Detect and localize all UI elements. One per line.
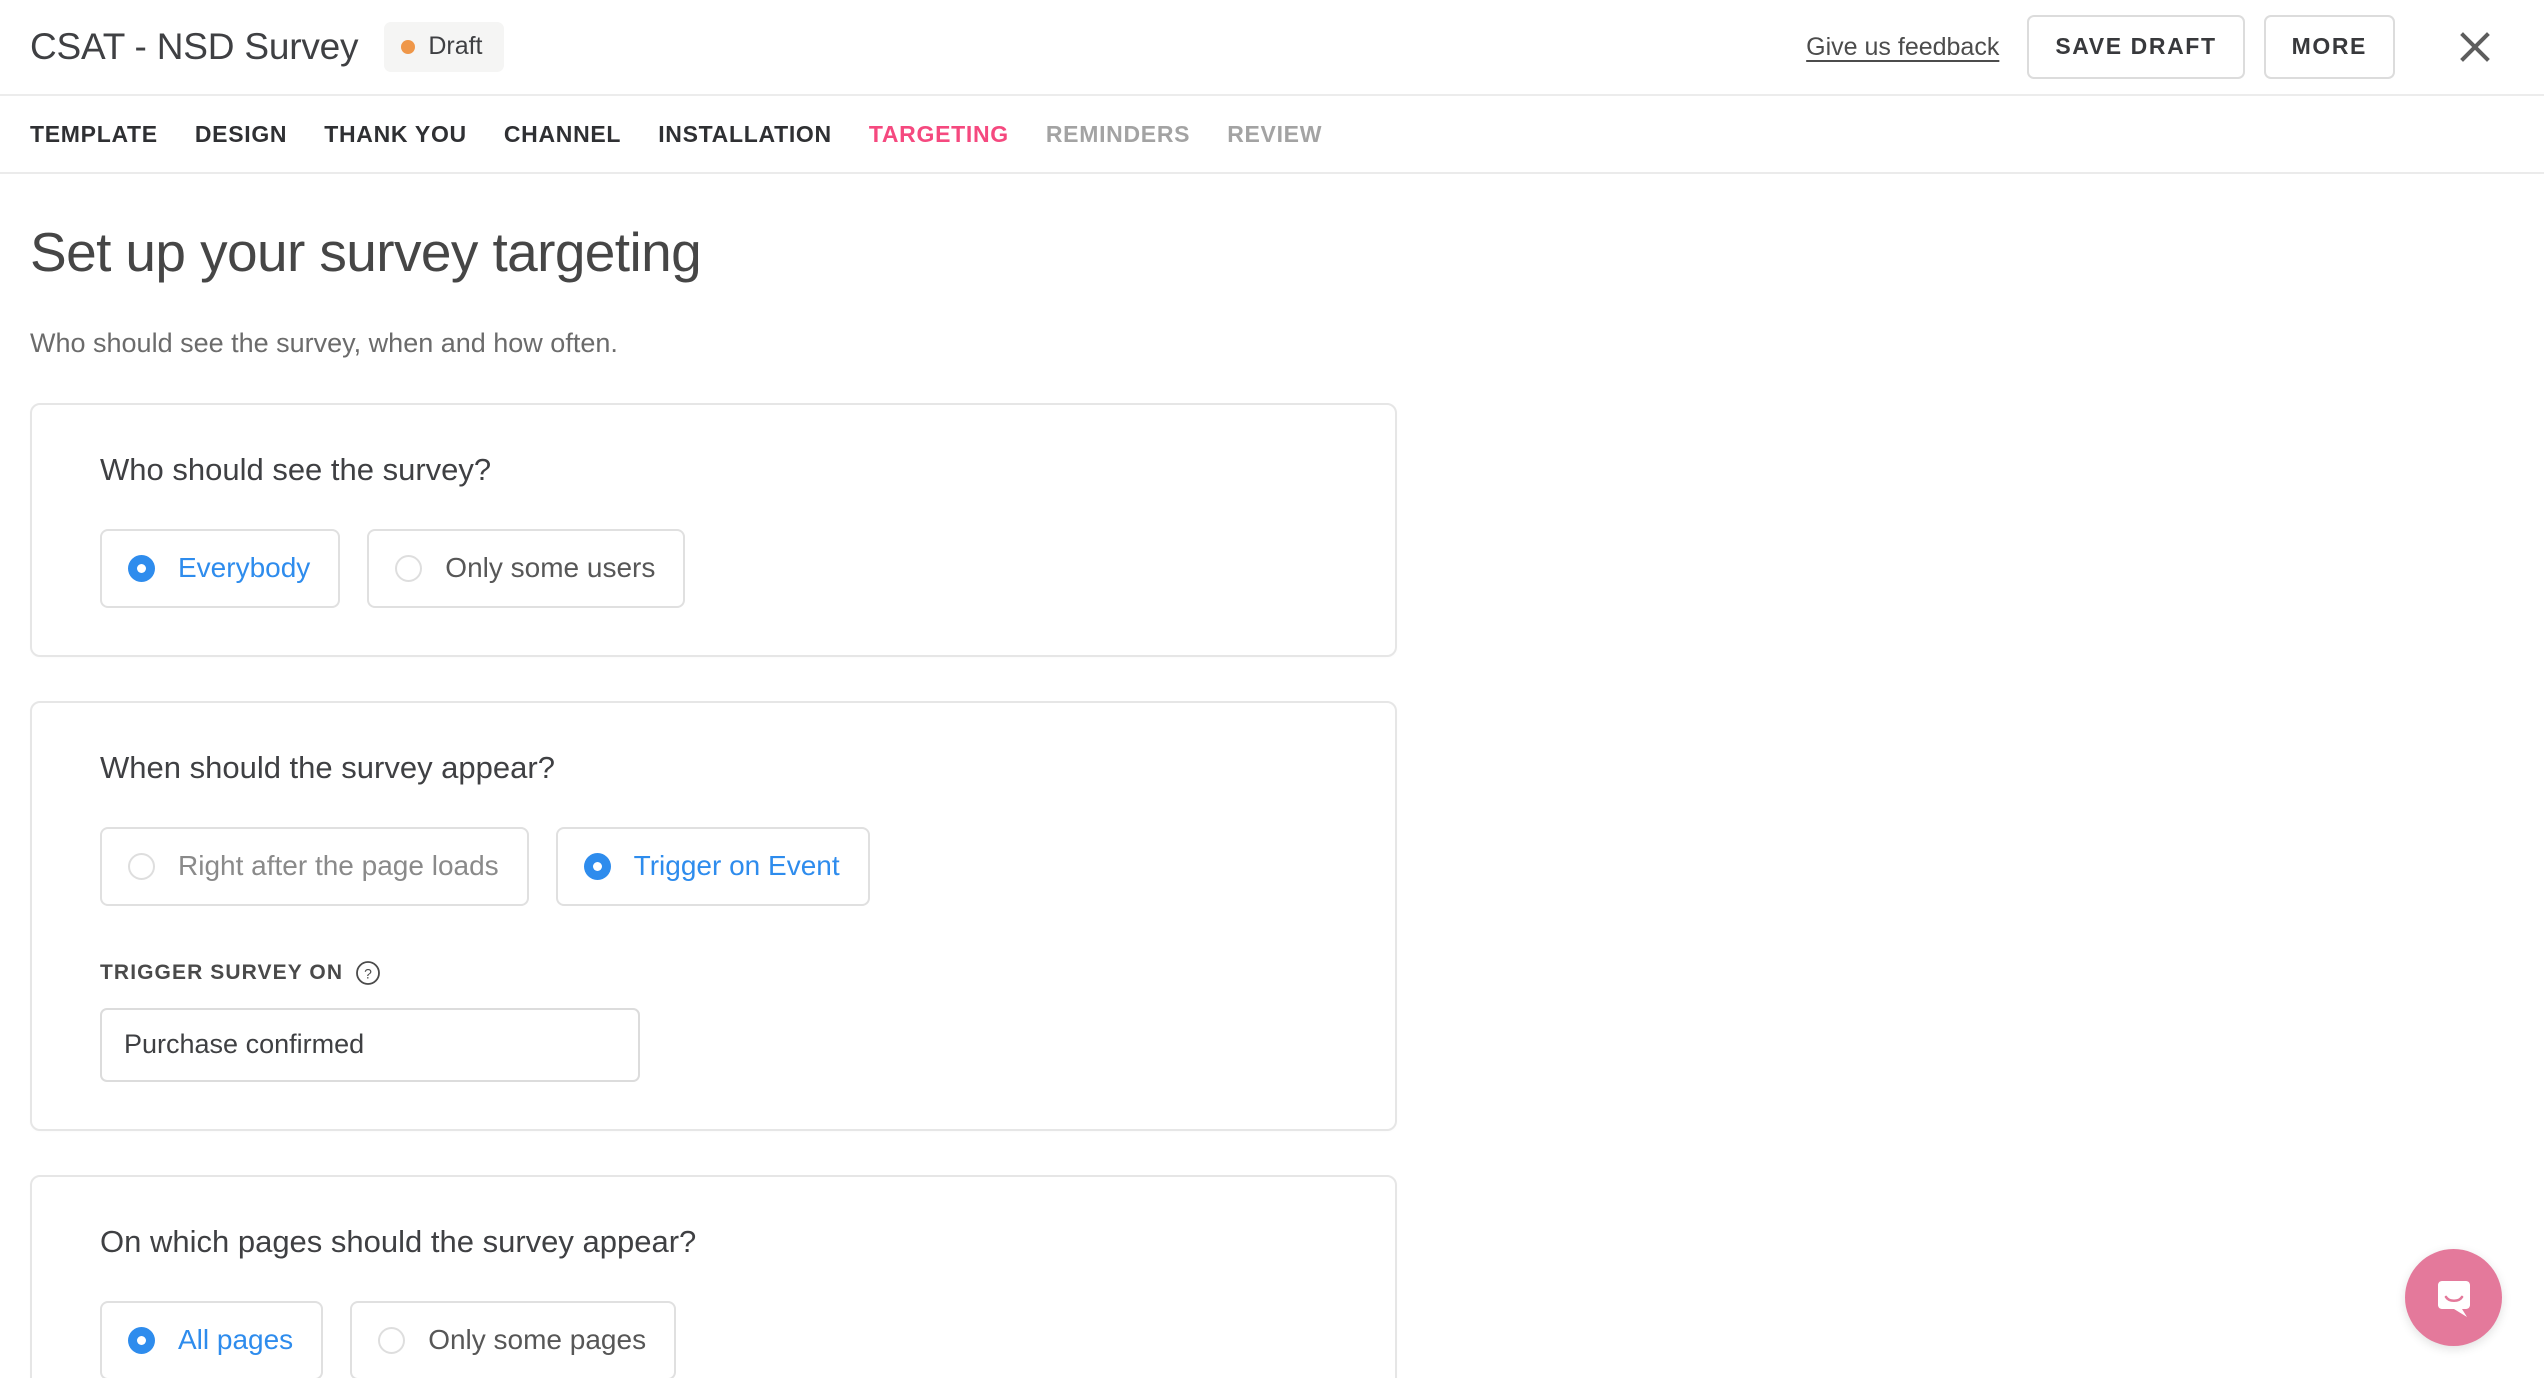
pages-option-only-some-pages[interactable]: Only some pages <box>350 1301 677 1378</box>
more-button[interactable]: MORE <box>2263 15 2395 79</box>
timing-card-body: When should the survey appear? Right aft… <box>32 750 1395 1082</box>
timing-option-page-loads-label: Right after the page loads <box>178 850 499 881</box>
tab-template[interactable]: TEMPLATE <box>30 121 158 148</box>
timing-card-title: When should the survey appear? <box>100 750 555 785</box>
status-dot-icon <box>401 39 416 54</box>
audience-option-only-some-users-label: Only some users <box>445 552 656 583</box>
header-left-group: CSAT - NSD Survey Draft <box>30 22 504 72</box>
tab-design[interactable]: DESIGN <box>195 121 287 148</box>
radio-selected-icon <box>583 852 611 880</box>
messenger-icon <box>2437 1280 2470 1317</box>
question-mark-circle-icon[interactable]: ? <box>355 960 381 986</box>
pages-option-all-pages[interactable]: All pages <box>100 1301 324 1378</box>
intercom-launcher-button[interactable] <box>2405 1249 2502 1346</box>
pages-card: On which pages should the survey appear?… <box>30 1175 1397 1378</box>
tab-channel[interactable]: CHANNEL <box>504 121 621 148</box>
page-title: Set up your survey targeting <box>30 221 702 283</box>
timing-option-trigger-on-event-label: Trigger on Event <box>633 850 840 881</box>
survey-targeting-page: CSAT - NSD Survey Draft Give us feedback… <box>0 0 2544 1378</box>
audience-card-body: Who should see the survey? Everybody Onl… <box>32 452 1395 608</box>
status-badge: Draft <box>384 22 504 72</box>
audience-option-everybody-label: Everybody <box>178 552 311 583</box>
pages-option-only-some-pages-label: Only some pages <box>428 1324 647 1355</box>
trigger-survey-on-input[interactable] <box>100 1008 640 1082</box>
radio-unselected-icon <box>378 1326 406 1354</box>
timing-options: Right after the page loads Trigger on Ev… <box>100 827 1327 906</box>
radio-selected-icon <box>128 554 155 582</box>
page-subtitle: Who should see the survey, when and how … <box>30 328 618 358</box>
audience-card-title: Who should see the survey? <box>100 452 492 487</box>
radio-selected-icon <box>128 1326 155 1354</box>
radio-unselected-icon <box>128 852 155 880</box>
svg-text:?: ? <box>364 966 372 982</box>
tab-installation[interactable]: INSTALLATION <box>658 121 832 148</box>
pages-card-body: On which pages should the survey appear?… <box>32 1224 1395 1378</box>
survey-title: CSAT - NSD Survey <box>30 26 359 67</box>
close-icon <box>2460 32 2490 62</box>
header-actions: Give us feedback SAVE DRAFT MORE <box>1806 15 2498 79</box>
tab-thank-you[interactable]: THANK YOU <box>324 121 467 148</box>
audience-card: Who should see the survey? Everybody Onl… <box>30 403 1397 657</box>
status-badge-label: Draft <box>428 32 483 60</box>
audience-option-everybody[interactable]: Everybody <box>100 529 341 608</box>
give-us-feedback-link[interactable]: Give us feedback <box>1806 33 1999 62</box>
radio-unselected-icon <box>395 554 423 582</box>
audience-options: Everybody Only some users <box>100 529 1327 608</box>
close-button[interactable] <box>2452 24 2498 70</box>
timing-card: When should the survey appear? Right aft… <box>30 701 1397 1131</box>
timing-option-trigger-on-event[interactable]: Trigger on Event <box>555 827 870 906</box>
audience-option-only-some-users[interactable]: Only some users <box>367 529 686 608</box>
timing-option-page-loads[interactable]: Right after the page loads <box>100 827 529 906</box>
pages-card-title: On which pages should the survey appear? <box>100 1224 697 1259</box>
pages-option-all-pages-label: All pages <box>178 1324 294 1355</box>
save-draft-button[interactable]: SAVE DRAFT <box>2027 15 2245 79</box>
app-header: CSAT - NSD Survey Draft Give us feedback… <box>0 0 2544 96</box>
trigger-field-label-row: TRIGGER SURVEY ON ? <box>100 960 1327 986</box>
page-content: Set up your survey targeting Who should … <box>0 176 2544 1378</box>
tab-review[interactable]: REVIEW <box>1227 121 1322 148</box>
tab-reminders[interactable]: REMINDERS <box>1046 121 1190 148</box>
wizard-tabs: TEMPLATE DESIGN THANK YOU CHANNEL INSTAL… <box>0 96 2544 174</box>
pages-options: All pages Only some pages <box>100 1301 1327 1378</box>
tab-targeting[interactable]: TARGETING <box>869 121 1009 148</box>
trigger-field-label: TRIGGER SURVEY ON <box>100 961 344 984</box>
